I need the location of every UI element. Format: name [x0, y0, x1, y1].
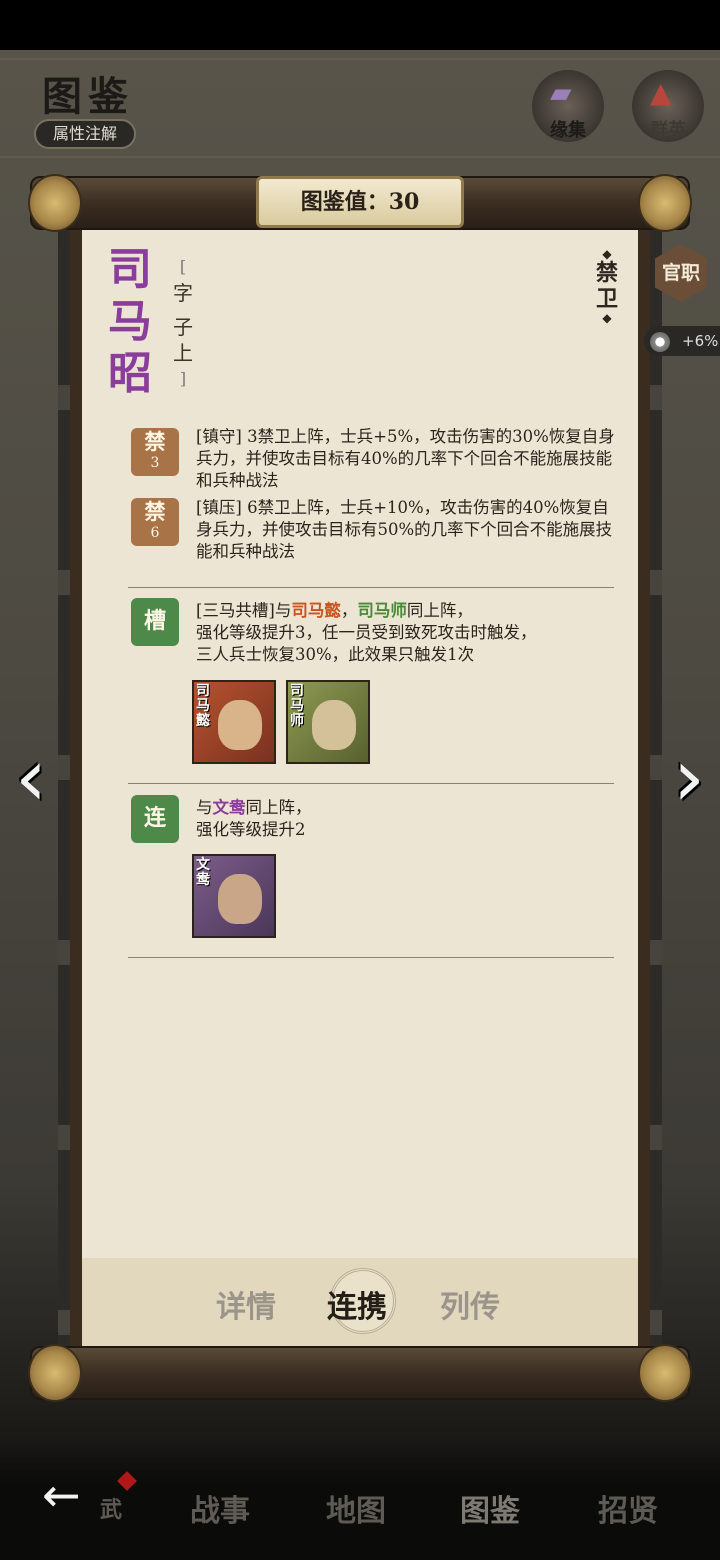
tab-biography[interactable]: 列传 — [440, 1282, 500, 1326]
nav-item-partial[interactable]: 武 — [100, 1492, 122, 1524]
trait-badge-num: 6 — [150, 525, 160, 541]
scroll-paper — [70, 222, 650, 1352]
hero-name-char: 马 — [108, 296, 152, 347]
courtesy-value-char: 子 — [173, 315, 193, 339]
combo-text: 与文鸯同上阵， 强化等级提升2 — [196, 797, 616, 841]
fate-collection-label: 缘集 — [550, 120, 586, 141]
combo-text-prefix: 与 — [196, 798, 213, 817]
bonus-badge: +6% — [644, 326, 720, 356]
heroes-label: 群英 — [650, 120, 686, 141]
combo-hero-name: 文鸯 — [212, 798, 246, 817]
divider — [128, 957, 614, 958]
bonus-value: +6% — [682, 332, 719, 350]
combo-hero-name: 司马懿 — [291, 601, 341, 620]
hero-name: 司 马 昭 — [105, 244, 155, 400]
roller-cap-left — [28, 1344, 82, 1402]
hero-portrait[interactable]: 司马师 — [286, 680, 370, 764]
portrait-name: 文鸯 — [196, 857, 210, 888]
trait-badge: 禁 6 — [131, 498, 179, 546]
portrait-name: 司马懿 — [196, 683, 210, 729]
combo-text-line: 强化等级提升3，任一员受到致死攻击时触发， — [196, 623, 537, 642]
unit-type: ◆ 禁 卫 ◆ — [592, 248, 622, 324]
combo-separator: ， — [340, 601, 358, 620]
tab-details[interactable]: 详情 — [216, 1282, 276, 1326]
next-hero-chevron-right-icon[interactable]: › — [660, 738, 718, 818]
courtesy-bracket-open: [ — [179, 257, 187, 276]
nav-item-battle[interactable]: 战事 — [190, 1486, 250, 1530]
divider — [128, 783, 614, 784]
trait-badge: 禁 3 — [131, 428, 179, 476]
attribute-notes-button[interactable]: 属性注解 — [34, 119, 136, 149]
portrait-face — [218, 700, 262, 750]
nav-item-map[interactable]: 地图 — [326, 1486, 386, 1530]
portrait-face — [312, 700, 356, 750]
previous-hero-chevron-left-icon[interactable]: ‹ — [2, 738, 60, 818]
roller-cap-right — [638, 174, 692, 232]
courtesy-value-char: 上 — [173, 341, 193, 365]
courtesy-label: 字 — [173, 281, 193, 305]
courtesy-name: [ 字 子 上 ] — [168, 254, 198, 392]
trait-text: [镇守] 3禁卫上阵，士兵+5%，攻击伤害的30%恢复自身兵力，并使攻击目标有4… — [196, 427, 615, 490]
unit-type-char: 卫 — [595, 286, 618, 312]
scroll-bottom-roller — [28, 1344, 692, 1402]
hero-name-char: 司 — [108, 244, 152, 295]
unit-type-char: 禁 — [595, 260, 618, 286]
combo-text-line: 强化等级提升2 — [196, 820, 306, 839]
hero-portrait[interactable]: 文鸯 — [192, 854, 276, 938]
divider — [128, 587, 614, 588]
coin-icon — [650, 331, 670, 352]
combo-hero-name: 司马师 — [357, 601, 407, 620]
heroes-icon: ▲ — [650, 76, 672, 109]
trait-badge-char: 禁 — [144, 499, 166, 524]
combo-text-line: 三人兵士恢复30%，此效果只触发1次 — [196, 645, 475, 664]
status-bar — [0, 0, 720, 50]
page-title: 图鉴 — [42, 73, 134, 120]
roller-cap-right — [638, 1344, 692, 1402]
trait-text: [镇压] 6禁卫上阵，士兵+10%，攻击伤害的40%恢复自身兵力，并使攻击目标有… — [196, 498, 613, 561]
collection-value-plate: 图鉴值：30 — [256, 176, 464, 228]
hero-name-char: 昭 — [108, 348, 152, 399]
heroes-button[interactable]: ▲ 群英 — [632, 70, 704, 142]
portrait-name: 司马师 — [290, 683, 304, 729]
fate-collection-icon: ▰ — [550, 76, 572, 109]
combo-text-suffix: 同上阵， — [406, 601, 473, 620]
combo-badge: 连 — [131, 795, 179, 843]
nav-item-recruit[interactable]: 招贤 — [598, 1486, 658, 1530]
portrait-face — [218, 874, 262, 924]
nav-item-codex[interactable]: 图鉴 — [460, 1486, 520, 1530]
roller-cap-left — [28, 174, 82, 232]
fate-collection-button[interactable]: ▰ 缘集 — [532, 70, 604, 142]
tab-combos[interactable]: 连携 — [327, 1282, 387, 1326]
trait-badge-char: 禁 — [144, 429, 166, 454]
hero-portrait[interactable]: 司马懿 — [192, 680, 276, 764]
combo-text-prefix: [三马共槽]与 — [196, 601, 292, 620]
combo-text-suffix: 同上阵， — [245, 798, 312, 817]
combo-badge: 槽 — [131, 598, 179, 646]
combo-text: [三马共槽]与司马懿，司马师同上阵， 强化等级提升3，任一员受到致死攻击时触发，… — [196, 600, 616, 666]
courtesy-bracket-close: ] — [179, 369, 187, 388]
trait-badge-num: 3 — [150, 455, 160, 471]
